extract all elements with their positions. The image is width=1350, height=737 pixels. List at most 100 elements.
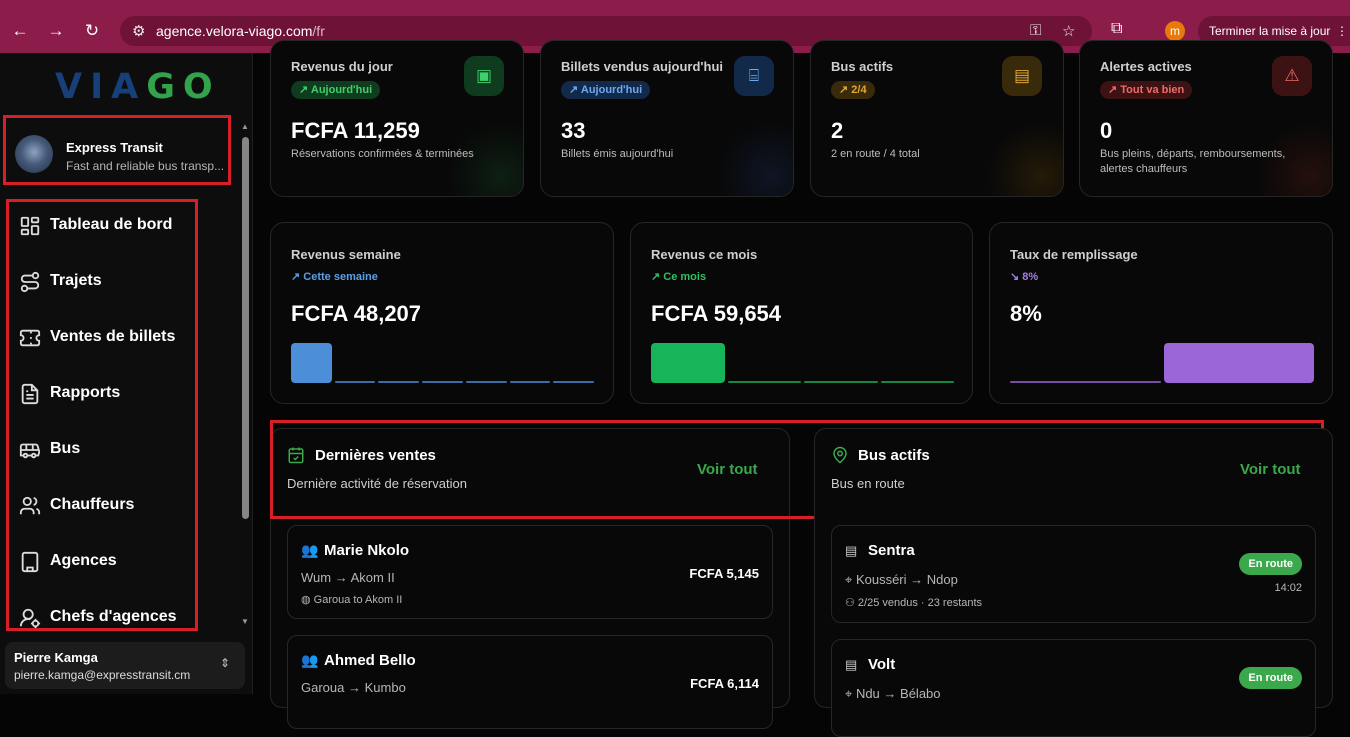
forward-icon[interactable]: → (45, 20, 67, 42)
scroll-up-icon[interactable]: ▲ (241, 122, 249, 131)
trend-up-icon: ↗ (1108, 84, 1121, 96)
sidebar-item-agences[interactable]: Agences (19, 547, 193, 577)
sidebar-item-bus[interactable]: Bus (19, 435, 193, 465)
map-pin-icon (833, 446, 847, 464)
card-title: Billets vendus aujourd'hui (561, 59, 723, 74)
card-title: Alertes actives (1100, 59, 1192, 74)
trend-text: Ce mois (663, 271, 707, 283)
mini-bar (804, 381, 878, 383)
latest-sales-subtitle: Dernière activité de réservation (287, 476, 467, 491)
url-host: agence.velora-viago.com (156, 23, 313, 39)
mini-bar-chart (651, 343, 954, 385)
sidebar-nav: Tableau de bord Trajets Ventes de billet… (6, 199, 198, 631)
card-title: Bus actifs (831, 59, 894, 74)
arrow-right-icon: → (331, 570, 351, 585)
sale-row[interactable]: 👥 Ahmed Bello Garoua → Kumbo FCFA 6,114 (287, 635, 773, 729)
bus-name: Volt (868, 656, 896, 673)
ticket-icon (19, 329, 41, 347)
user-menu[interactable]: Pierre Kamga pierre.kamga@expresstransit… (5, 642, 245, 689)
globe-icon: ◍ (301, 594, 314, 606)
user-icon: 👥 (301, 652, 319, 668)
trend-up-icon: ↗ (839, 84, 852, 96)
sale-price: FCFA 6,114 (690, 676, 759, 691)
key-icon[interactable]: ⚿ (1030, 22, 1041, 39)
active-buses-view-all-link[interactable]: Voir tout (1240, 461, 1301, 478)
dashboard-icon (20, 216, 40, 236)
route-from: Wum (301, 570, 332, 585)
ticket-icon: ⌸ (734, 56, 774, 96)
site-settings-icon[interactable]: ⚙ (132, 22, 145, 40)
mini-bar (1010, 381, 1161, 383)
agency-description: Fast and reliable bus transp... (66, 159, 225, 173)
sidebar-item-chefs[interactable]: Chefs d'agences (19, 603, 193, 628)
scrollbar-thumb[interactable] (242, 137, 249, 519)
mini-bar (465, 381, 507, 383)
sidebar-item-label: Agences (50, 552, 117, 569)
route-to: Akom II (350, 570, 395, 585)
card-subtitle: Bus pleins, départs, remboursements, ale… (1100, 148, 1286, 175)
url-text: agence.velora-viago.com/fr (156, 23, 325, 39)
card-subtitle: 2 en route / 4 total (831, 148, 920, 160)
sidebar-item-ventes[interactable]: Ventes de billets (19, 323, 193, 353)
map-pin-icon: ⌖ (845, 572, 856, 587)
logo: VIAGO (55, 67, 221, 107)
card-subtitle: Billets émis aujourd'hui (561, 148, 674, 160)
more-menu-icon[interactable]: ⋮ (1336, 16, 1348, 46)
sale-trip: ◍ Garoua to Akom II (301, 593, 402, 606)
sidebar-item-trajets[interactable]: Trajets (19, 267, 193, 297)
logo-right: GO (146, 67, 221, 107)
bus-seats: ⚇ 2/25 vendus · 23 restants (845, 596, 982, 609)
trend: ↗ Ce mois (651, 270, 706, 283)
card-title: Taux de remplissage (1010, 247, 1138, 262)
trend-up-icon: ↗ (299, 84, 311, 96)
route-to: Kumbo (364, 680, 406, 695)
card-value: 33 (561, 118, 586, 143)
stat-card-active-buses: Bus actifs ↗ 2/4 2 2 en route / 4 total … (810, 40, 1064, 197)
trend-up-icon: ↗ (651, 271, 664, 283)
bus-icon: ▤ (1002, 56, 1042, 96)
arrow-right-icon: → (906, 572, 927, 587)
users-icon (19, 496, 41, 515)
report-icon (21, 383, 39, 405)
bus-row[interactable]: ▤ Volt ⌖ Ndu → Bélabo En route (831, 639, 1316, 737)
trend-up-icon: ↗ (569, 84, 581, 96)
status-badge: En route (1239, 553, 1302, 575)
sidebar-item-label: Chefs d'agences (50, 608, 177, 625)
sale-row[interactable]: 👥 Marie Nkolo Wum → Akom II ◍ Garoua to … (287, 525, 773, 619)
users-icon: ⚇ (845, 597, 858, 609)
stat-card-fill-rate: Taux de remplissage ↘ 8% 8% (989, 222, 1333, 404)
arrow-right-icon: → (344, 680, 365, 695)
update-label: Terminer la mise à jour (1209, 24, 1331, 38)
sale-customer-name: Ahmed Bello (324, 652, 416, 669)
badge-text: 2/4 (851, 84, 867, 96)
mini-bar (509, 381, 551, 383)
sidebar: VIAGO Express Transit Fast and reliable … (0, 53, 253, 694)
user-name: Pierre Kamga (14, 650, 98, 665)
card-subtitle: Réservations confirmées & terminées (291, 148, 474, 160)
latest-sales-title: Dernières ventes (315, 447, 436, 464)
extensions-icon[interactable]: ⧉ (1111, 20, 1122, 38)
alert-icon: ⚠ (1272, 56, 1312, 96)
sidebar-item-label: Chauffeurs (50, 496, 135, 513)
stat-card-tickets-today: Billets vendus aujourd'hui ↗ Aujourd'hui… (540, 40, 794, 197)
scroll-down-icon[interactable]: ▼ (241, 617, 249, 626)
reload-icon[interactable]: ↻ (81, 20, 103, 42)
star-icon[interactable]: ☆ (1062, 22, 1075, 40)
sidebar-item-label: Ventes de billets (50, 328, 176, 345)
agency-switcher[interactable]: Express Transit Fast and reliable bus tr… (3, 115, 231, 185)
profile-avatar[interactable]: m (1165, 21, 1185, 41)
sidebar-item-label: Tableau de bord (50, 216, 173, 233)
sale-price: FCFA 5,145 (689, 566, 759, 581)
card-value: 2 (831, 118, 844, 143)
sidebar-item-chauffeurs[interactable]: Chauffeurs (19, 491, 193, 521)
bus-icon: ▤ (845, 657, 858, 672)
back-icon[interactable]: ← (9, 20, 31, 42)
sale-route: Garoua → Kumbo (301, 680, 406, 695)
sidebar-item-label: Rapports (50, 384, 121, 401)
sidebar-item-rapports[interactable]: Rapports (19, 379, 193, 409)
latest-sales-view-all-link[interactable]: Voir tout (697, 461, 758, 478)
sidebar-item-dashboard[interactable]: Tableau de bord (19, 211, 193, 241)
bus-icon: ▤ (845, 543, 858, 558)
logo-left: VIA (55, 67, 147, 107)
bus-row[interactable]: ▤ Sentra ⌖ Kousséri → Ndop ⚇ 2/25 vendus… (831, 525, 1316, 623)
